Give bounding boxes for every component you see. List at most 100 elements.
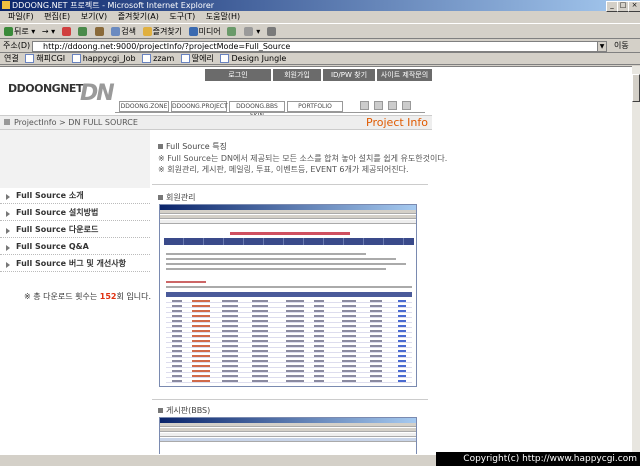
bullet-box-icon	[158, 144, 163, 149]
mini-table-row	[166, 304, 412, 308]
refresh-button[interactable]	[78, 24, 88, 39]
history-button[interactable]	[227, 24, 237, 39]
links-label: 연결	[4, 54, 19, 63]
scrollbar-thumb[interactable]	[632, 74, 640, 102]
nav-inquiry[interactable]: 사이트 제작문의	[377, 69, 432, 81]
menu-favorites[interactable]: 즐겨찾기(A)	[118, 12, 159, 21]
stop-button[interactable]	[61, 24, 72, 39]
members-screenshot	[159, 204, 417, 387]
media-icon	[188, 27, 198, 36]
triangle-icon	[6, 262, 10, 268]
sitemap-square-icon[interactable]	[402, 101, 411, 110]
triangle-icon	[6, 211, 10, 217]
menu-edit[interactable]: 편집(E)	[44, 12, 70, 21]
mini-menu	[160, 423, 416, 427]
mail-icon	[243, 27, 253, 36]
copyright-text: Copyright(c) http://www.happycgi.com	[436, 452, 640, 466]
subnav-portfolio[interactable]: PORTFOLIO	[287, 101, 343, 112]
subnav-project[interactable]: DDOONG.PROJECT	[171, 101, 228, 112]
forward-button[interactable]: → ▾	[42, 24, 55, 39]
links-bar: 연결 해피CGI happycgi_Job zzam 딸에리 Design Ju…	[0, 53, 640, 65]
address-input[interactable]: http://ddoong.net:9000/projectInfo/?proj…	[32, 41, 607, 52]
mini-table-row	[166, 344, 412, 348]
triangle-icon	[6, 194, 10, 200]
site-logo-dn: DN	[80, 81, 115, 106]
mini-table-row	[166, 354, 412, 358]
print-button[interactable]	[266, 24, 277, 39]
nav-signup[interactable]: 회원가입	[273, 69, 321, 81]
subnav-zone[interactable]: DDOONG.ZONE	[119, 101, 169, 112]
mini-toolbar	[160, 428, 416, 432]
bullet-box-icon	[158, 195, 163, 200]
mini-text-line	[166, 253, 366, 255]
mini-table-row	[166, 379, 412, 383]
sidebar-item-download[interactable]: Full Source 다운로드	[0, 222, 150, 238]
members-heading: 회원관리	[158, 192, 195, 203]
mail-square-icon[interactable]	[374, 101, 383, 110]
page-icon	[71, 54, 81, 63]
mini-address	[160, 220, 416, 224]
mini-table-row	[166, 324, 412, 328]
nav-find-id[interactable]: ID/PW 찾기	[323, 69, 375, 81]
mini-table-row	[166, 314, 412, 318]
toolbar: 뒤로 ▾ → ▾ 검색 즐겨찾기 미디어 ▾	[0, 23, 640, 39]
menu-view[interactable]: 보기(V)	[81, 12, 107, 21]
sidebar-item-bugs[interactable]: Full Source 버그 및 개선사항	[0, 256, 150, 272]
link-happycgi[interactable]: 해피CGI	[25, 53, 65, 65]
menu-tools[interactable]: 도구(T)	[169, 12, 195, 21]
menu-help[interactable]: 도움말(H)	[206, 12, 240, 21]
address-dropdown-icon[interactable]: ▼	[597, 41, 607, 52]
link-ttalery[interactable]: 딸에리	[180, 53, 214, 65]
go-button[interactable]: 이동	[614, 39, 629, 52]
board-screenshot	[159, 417, 417, 454]
back-button[interactable]: 뒤로 ▾	[4, 24, 35, 39]
mini-table-header	[166, 292, 412, 297]
favorites-button[interactable]: 즐겨찾기	[142, 24, 182, 39]
vertical-scrollbar[interactable]	[632, 66, 640, 454]
bullet-box-icon	[158, 408, 163, 413]
stop-icon	[61, 27, 71, 36]
triangle-icon	[6, 228, 10, 234]
mini-notice	[230, 232, 350, 235]
sidebar-item-qa[interactable]: Full Source Q&A	[0, 239, 150, 255]
mini-table-row	[166, 299, 412, 303]
subnav-bbs-skin[interactable]: DDOONG.BBS SKIN	[229, 101, 285, 119]
address-label: 주소(D)	[3, 41, 31, 50]
mini-table-row	[166, 319, 412, 323]
menu-bar: 파일(F) 편집(E) 보기(V) 즐겨찾기(A) 도구(T) 도움말(H)	[0, 11, 640, 23]
home-icon	[94, 27, 104, 36]
site-logo-text[interactable]: DDOONGNET	[8, 82, 83, 95]
link-design-jungle[interactable]: Design Jungle	[220, 53, 286, 65]
link-happycgi-job[interactable]: happycgi_Job	[71, 53, 136, 65]
download-count-text: ※ 총 다운로드 횟수는 152회 입니다.	[24, 292, 151, 301]
page-title: Project Info	[366, 116, 428, 129]
mini-table-row	[166, 374, 412, 378]
nav-login[interactable]: 로그인	[205, 69, 271, 81]
download-count: 152	[99, 292, 117, 301]
mini-text-line	[166, 258, 396, 260]
sidebar-item-intro[interactable]: Full Source 소개	[0, 188, 150, 204]
mini-table-row	[166, 364, 412, 368]
mini-taskbar	[160, 438, 416, 442]
search-button[interactable]: 검색	[111, 24, 136, 39]
mini-text-line	[166, 268, 386, 270]
sidebar-item-install[interactable]: Full Source 설치방법	[0, 205, 150, 221]
mini-table-row	[166, 309, 412, 313]
home-square-icon[interactable]	[360, 101, 369, 110]
section-divider	[152, 184, 428, 185]
mini-table-row	[166, 349, 412, 353]
mini-text-line	[166, 281, 206, 283]
mini-menu	[160, 210, 416, 214]
search-icon	[111, 27, 121, 36]
home-button[interactable]	[94, 24, 105, 39]
mini-text-line	[166, 263, 406, 265]
mini-text-line	[166, 286, 412, 288]
mail-button[interactable]: ▾	[243, 24, 260, 39]
link-zzam[interactable]: zzam	[142, 53, 174, 65]
mini-toolbar	[160, 215, 416, 219]
bookmark-square-icon[interactable]	[388, 101, 397, 110]
media-button[interactable]: 미디어	[188, 24, 221, 39]
nav-divider	[115, 112, 425, 113]
menu-file[interactable]: 파일(F)	[8, 12, 34, 21]
back-arrow-icon	[4, 27, 13, 36]
